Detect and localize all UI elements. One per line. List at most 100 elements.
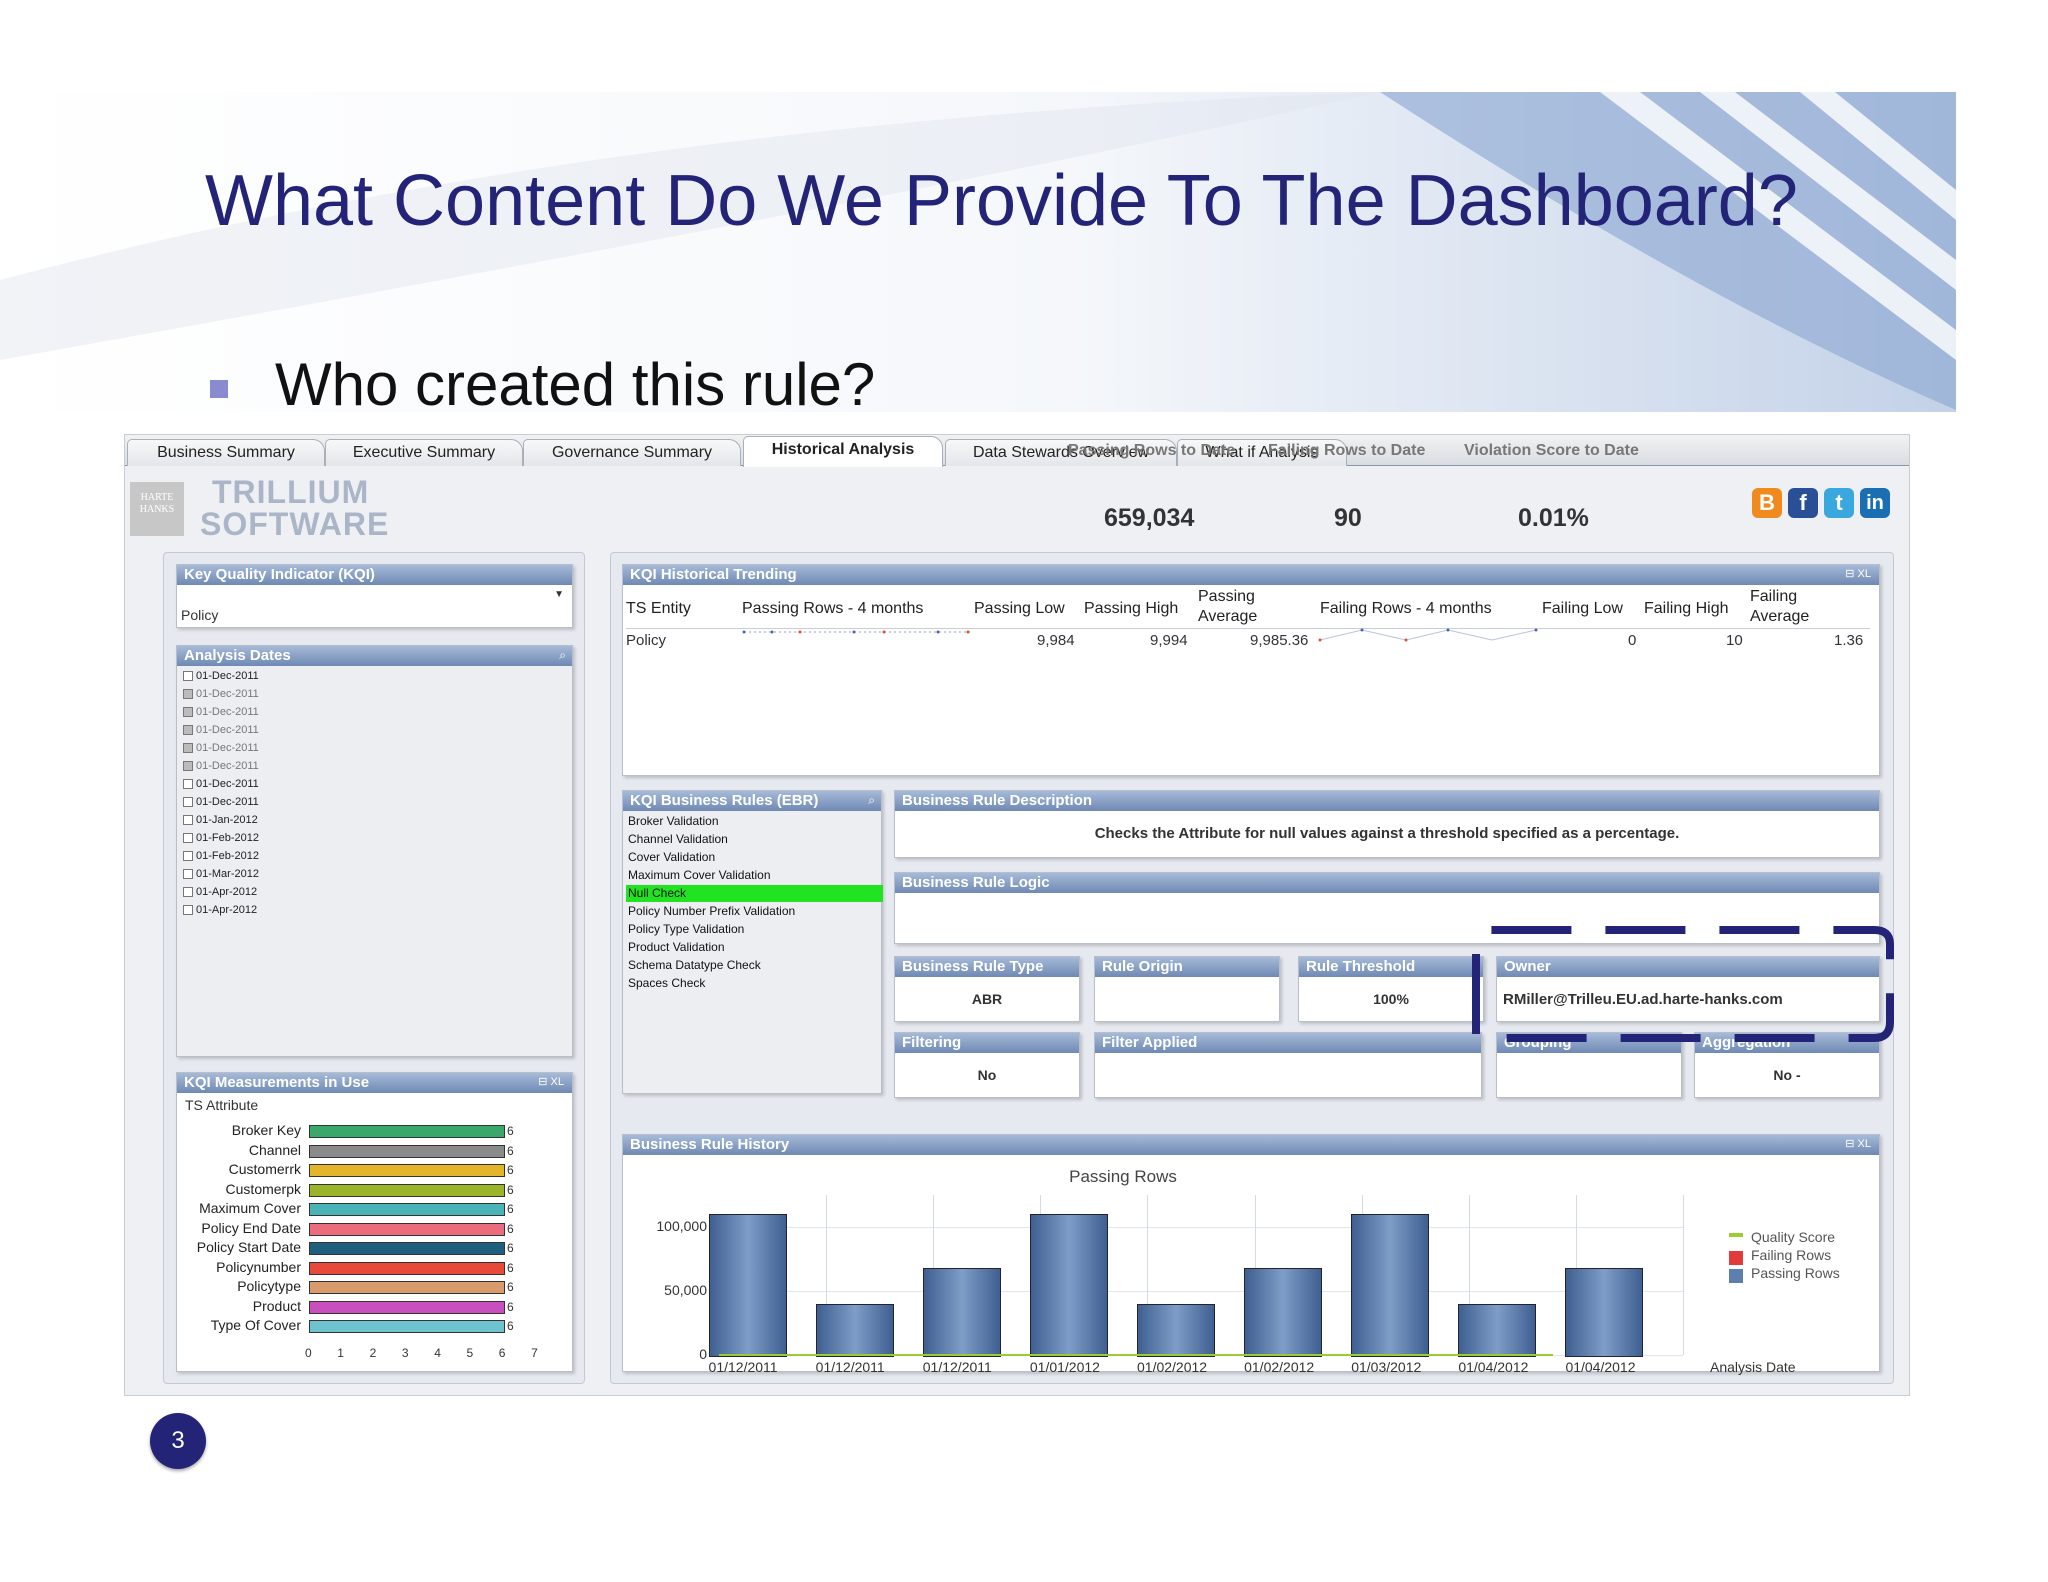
col-failing-rows-4m[interactable]: Failing Rows - 4 months [1320, 600, 1492, 618]
measurement-value: 6 [507, 1143, 514, 1158]
row-passing-low: 9,984 [1037, 632, 1075, 649]
filter-applied-title: Filter Applied [1095, 1033, 1481, 1053]
col-ts-entity[interactable]: TS Entity [626, 600, 691, 618]
tab-bar: Business Summary Executive Summary Gover… [125, 435, 1909, 467]
col-failing-high[interactable]: Failing High [1644, 600, 1728, 618]
export-icon[interactable]: ⊟ XL [538, 1075, 564, 1088]
chart-bar-passing-rows [1244, 1267, 1323, 1357]
rule-history-panel: Business Rule History ⊟ XL Passing Rows … [622, 1134, 1880, 1375]
business-rule-item[interactable]: Broker Validation [626, 813, 883, 830]
tab-governance-summary[interactable]: Governance Summary [523, 439, 741, 466]
date-list-item[interactable]: 01-Apr-2012 [183, 904, 257, 916]
col-passing-high[interactable]: Passing High [1084, 600, 1178, 618]
business-rule-item[interactable]: Spaces Check [626, 975, 883, 992]
measurement-value: 6 [507, 1221, 514, 1236]
checkbox-icon[interactable] [183, 851, 193, 862]
checkbox-icon[interactable] [183, 761, 193, 772]
chart-bar-passing-rows [922, 1267, 1001, 1357]
measurement-bar [309, 1183, 505, 1197]
rule-logic-title: Business Rule Logic [895, 873, 1879, 893]
export-icon[interactable]: ⊟ XL [1845, 1137, 1871, 1150]
facebook-icon[interactable]: f [1788, 488, 1818, 518]
date-list-item[interactable]: 01-Feb-2012 [183, 850, 259, 862]
chart-x-tick: 01/04/2012 [1565, 1359, 1636, 1375]
checkbox-icon[interactable] [183, 671, 193, 682]
export-icon[interactable]: ⊟ XL [1845, 567, 1871, 580]
business-rule-item[interactable]: Channel Validation [626, 831, 883, 848]
date-list-item[interactable]: 01-Dec-2011 [183, 742, 259, 754]
linkedin-icon[interactable]: in [1860, 488, 1890, 518]
kqi-measurements-title: KQI Measurements in Use [177, 1073, 572, 1093]
date-list-item[interactable]: 01-Dec-2011 [183, 706, 259, 718]
business-rule-item[interactable]: Policy Number Prefix Validation [626, 903, 883, 920]
search-icon[interactable]: ⌕ [868, 793, 875, 808]
checkbox-icon[interactable] [183, 779, 193, 790]
col-passing-low[interactable]: Passing Low [974, 600, 1065, 618]
col-failing-low[interactable]: Failing Low [1542, 600, 1623, 618]
business-rule-item[interactable]: Schema Datatype Check [626, 957, 883, 974]
checkbox-icon[interactable] [183, 869, 193, 880]
measurement-bar [309, 1242, 505, 1255]
checkbox-icon[interactable] [183, 905, 193, 916]
measurement-axis-tick: 1 [337, 1346, 344, 1360]
date-list-item[interactable]: 01-Dec-2011 [183, 796, 259, 808]
checkbox-icon[interactable] [183, 833, 193, 844]
harte-hanks-logo: HARTE HANKS [130, 482, 184, 536]
measurement-label: Channel [248, 1141, 301, 1158]
business-rule-item[interactable]: Product Validation [626, 939, 883, 956]
kqi-selector-title: Key Quality Indicator (KQI) [177, 565, 572, 585]
blogger-icon[interactable]: B [1752, 488, 1782, 518]
date-label: 01-Dec-2011 [196, 670, 259, 682]
measurement-bar [309, 1203, 505, 1216]
measurement-value: 6 [507, 1241, 514, 1255]
chart-legend-label: Failing Rows [1751, 1247, 1832, 1263]
date-list-item[interactable]: 01-Feb-2012 [183, 832, 259, 844]
checkbox-icon[interactable] [183, 815, 193, 826]
business-rule-item[interactable]: Maximum Cover Validation [626, 867, 883, 884]
measurement-bar [309, 1164, 505, 1177]
twitter-icon[interactable]: t [1824, 488, 1854, 518]
col-failing-average-1[interactable]: Failing [1750, 588, 1797, 606]
kqi-selector-value[interactable]: Policy [181, 607, 218, 623]
date-list-item[interactable]: 01-Dec-2011 [183, 760, 259, 772]
checkbox-icon[interactable] [183, 689, 193, 700]
date-list-item[interactable]: 01-Dec-2011 [183, 724, 259, 736]
business-rule-item[interactable]: Null Check [626, 885, 883, 902]
business-rules-panel: KQI Business Rules (EBR) ⌕ Broker Valida… [622, 790, 883, 1094]
filter-applied-panel: Filter Applied [1094, 1032, 1482, 1098]
business-rule-item[interactable]: Cover Validation [626, 849, 883, 866]
chart-quality-score-line [719, 1354, 1553, 1356]
measurement-value: 6 [507, 1280, 514, 1294]
date-list-item[interactable]: 01-Apr-2012 [183, 886, 257, 898]
col-passing-rows-4m[interactable]: Passing Rows - 4 months [742, 600, 923, 618]
failing-sparkline [1318, 628, 1538, 642]
date-list-item[interactable]: 01-Jan-2012 [183, 814, 258, 826]
business-rule-item[interactable]: Policy Type Validation [626, 921, 883, 938]
measurement-label: Broker Key [231, 1122, 301, 1138]
chart-y-tick: 50,000 [664, 1282, 707, 1298]
date-list-item[interactable]: 01-Dec-2011 [183, 670, 259, 682]
checkbox-icon[interactable] [183, 725, 193, 736]
col-failing-average-2[interactable]: Average [1750, 608, 1809, 626]
col-passing-average-2[interactable]: Average [1198, 608, 1257, 626]
row-passing-high: 9,994 [1150, 632, 1188, 649]
date-list-item[interactable]: 01-Dec-2011 [183, 778, 259, 790]
checkbox-icon[interactable] [183, 887, 193, 898]
tab-executive-summary[interactable]: Executive Summary [325, 439, 523, 466]
checkbox-icon[interactable] [183, 743, 193, 754]
date-list-item[interactable]: 01-Dec-2011 [183, 688, 259, 700]
date-label: 01-Dec-2011 [196, 796, 259, 808]
row-failing-low: 0 [1628, 632, 1637, 649]
chart-legend-label: Quality Score [1751, 1229, 1836, 1245]
search-icon[interactable]: ⌕ [559, 648, 566, 663]
tab-historical-analysis[interactable]: Historical Analysis [743, 436, 943, 467]
checkbox-icon[interactable] [183, 707, 193, 718]
measurement-label: Policy End Date [201, 1219, 301, 1236]
chevron-down-icon[interactable]: ▼ [554, 589, 564, 600]
checkbox-icon[interactable] [183, 797, 193, 808]
date-list-item[interactable]: 01-Mar-2012 [183, 868, 259, 880]
kqi-measurements-panel: KQI Measurements in Use ⊟ XL TS Attribut… [176, 1072, 573, 1372]
tab-business-summary[interactable]: Business Summary [127, 439, 325, 466]
analysis-dates-panel: Analysis Dates ⌕ 01-Dec-2011 01-Dec-2011 0… [176, 645, 573, 1057]
col-passing-average-1[interactable]: Passing [1198, 588, 1255, 606]
